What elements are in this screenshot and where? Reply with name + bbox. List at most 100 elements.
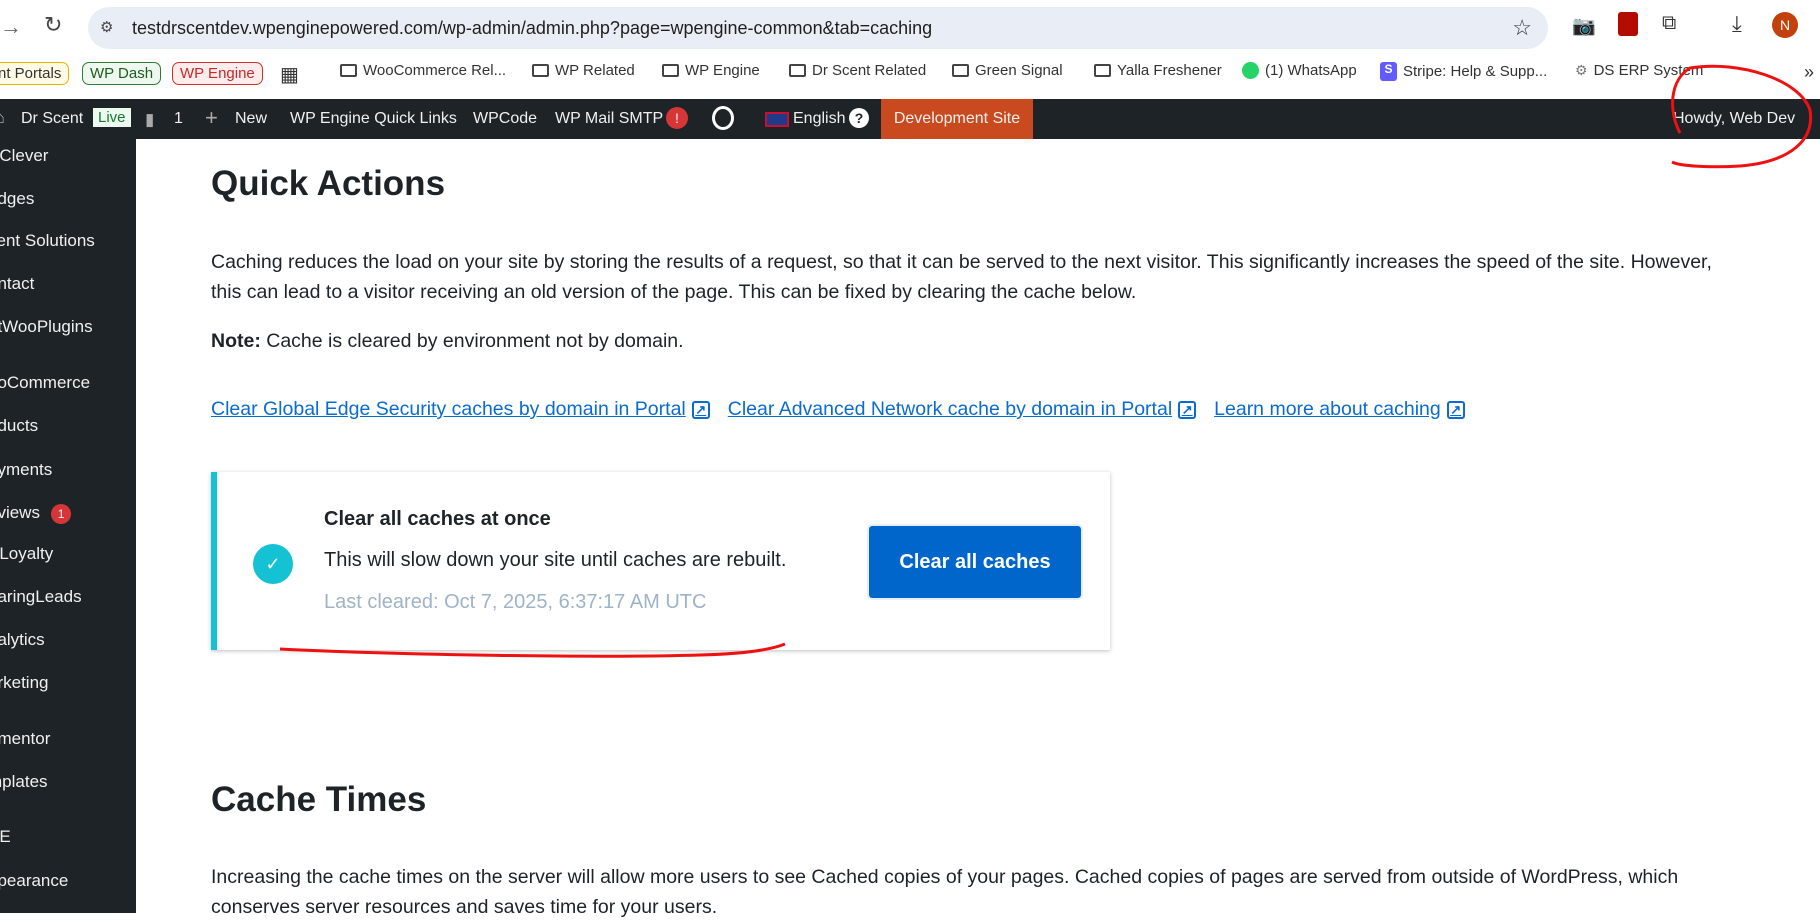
wp-admin-bar: ⌂ Dr Scent Live ▮ 1 + New WP Engine Quic… — [0, 99, 1820, 139]
clear-advanced-network-link[interactable]: Clear Advanced Network cache by domain i… — [727, 398, 1197, 421]
intro-line: this can lead to a visitor receiving an … — [211, 281, 1137, 303]
bookmark-chip[interactable]: WP Dash — [82, 62, 162, 85]
help-icon[interactable]: ? — [849, 108, 869, 128]
caching-intro: Caching reduces the load on your site by… — [211, 247, 1712, 307]
reviews-count-badge: 1 — [50, 504, 72, 524]
bookmark-chip[interactable]: nt Portals — [0, 62, 70, 85]
sidebar-item[interactable]: ontact — [0, 274, 34, 294]
new-link[interactable]: New — [235, 110, 267, 128]
uk-flag-icon — [765, 112, 789, 127]
bookmark-stripe[interactable]: S Stripe: Help & Supp... — [1380, 62, 1547, 81]
folder-icon — [952, 64, 969, 77]
extensions-icon[interactable]: ⧉ — [1662, 12, 1676, 35]
sidebar-item[interactable]: ayments — [0, 460, 52, 480]
external-link-icon: ↗ — [1178, 400, 1197, 419]
link-label: Clear Global Edge Security caches by dom… — [211, 398, 686, 420]
sidebar-item[interactable]: adges — [0, 189, 34, 209]
cache-times-line: conserves server resources and saves tim… — [211, 896, 718, 918]
comments-icon[interactable]: ▮ — [145, 110, 154, 130]
sidebar-item-reviews[interactable]: eviews 1 — [0, 503, 72, 524]
folder-icon — [662, 64, 679, 77]
link-label: Clear Advanced Network cache by domain i… — [727, 398, 1173, 420]
bookmark-folder[interactable]: Dr Scent Related — [789, 62, 926, 79]
reload-icon[interactable]: ↻ — [44, 12, 62, 38]
profile-avatar[interactable]: N — [1772, 12, 1798, 38]
card-description: This will slow down your site until cach… — [324, 549, 787, 571]
sidebar-item[interactable]: mplates — [0, 772, 48, 792]
live-badge: Live — [93, 108, 131, 127]
wp-mail-smtp-link[interactable]: WP Mail SMTP — [555, 110, 663, 128]
sidebar-item[interactable]: ppearance — [0, 871, 68, 891]
bookmark-star-icon[interactable]: ☆ — [1512, 15, 1532, 41]
sidebar-item[interactable]: arketing — [0, 673, 48, 693]
sidebar-item[interactable]: ooCommerce — [0, 373, 90, 393]
note-label: Note: — [211, 330, 261, 352]
development-site-badge[interactable]: Development Site — [881, 99, 1033, 139]
sidebar-item-label: eviews — [0, 503, 40, 522]
wp-engine-quick-links[interactable]: WP Engine Quick Links — [290, 110, 457, 128]
home-icon[interactable]: ⌂ — [0, 107, 5, 128]
cache-times-heading: Cache Times — [211, 780, 427, 819]
bookmark-folder[interactable]: WP Related — [532, 62, 635, 79]
sidebar-item[interactable]: cent Solutions — [0, 231, 95, 251]
url-text[interactable]: testdrscentdev.wpenginepowered.com/wp-ad… — [132, 18, 932, 39]
stripe-icon: S — [1380, 62, 1397, 81]
folder-icon — [532, 64, 549, 77]
address-bar[interactable]: ⚙ testdrscentdev.wpenginepowered.com/wp-… — [88, 7, 1548, 49]
external-link-icon: ↗ — [1446, 400, 1465, 419]
bookmark-folder[interactable]: Yalla Freshener — [1094, 62, 1222, 79]
bookmark-folder[interactable]: WP Engine — [662, 62, 760, 79]
site-info-icon[interactable]: ⚙ — [100, 18, 113, 36]
site-name-link[interactable]: Dr Scent — [21, 110, 83, 128]
whatsapp-icon — [1242, 62, 1259, 79]
link-label: Learn more about caching — [1214, 398, 1441, 420]
bookmark-whatsapp[interactable]: (1) WhatsApp — [1242, 62, 1357, 79]
bookmark-folder[interactable]: WooCommerce Rel... — [340, 62, 506, 79]
admin-sidebar: PClever adges cent Solutions ontact etWo… — [0, 139, 136, 913]
clear-all-caches-button[interactable]: Clear all caches — [867, 524, 1083, 600]
external-link-icon: ↗ — [691, 400, 710, 419]
folder-icon — [340, 64, 357, 77]
sidebar-item[interactable]: PLoyalty — [0, 544, 53, 564]
wpcode-link[interactable]: WPCode — [473, 110, 537, 128]
cache-times-description: Increasing the cache times on the server… — [211, 862, 1678, 922]
cache-note: Note: Cache is cleared by environment no… — [211, 326, 684, 356]
erp-icon: ⚙ — [1575, 62, 1588, 78]
intro-line: Caching reduces the load on your site by… — [211, 251, 1712, 273]
pdf-extension-icon[interactable] — [1618, 12, 1638, 36]
bookmark-erp[interactable]: ⚙ DS ERP System — [1575, 62, 1703, 79]
card-title: Clear all caches at once — [324, 508, 551, 530]
folder-icon — [789, 64, 806, 77]
smtp-alert-badge: ! — [666, 107, 688, 129]
sidebar-item[interactable]: etWooPlugins — [0, 317, 93, 337]
comments-count[interactable]: 1 — [174, 110, 183, 128]
plus-icon[interactable]: + — [205, 105, 218, 131]
check-circle-icon: ✓ — [253, 544, 293, 584]
apps-grid-icon[interactable]: ▦ — [280, 62, 299, 87]
browser-chrome: → ↻ ⚙ testdrscentdev.wpenginepowered.com… — [0, 0, 1820, 100]
sidebar-item[interactable]: nalytics — [0, 630, 45, 650]
language-switcher[interactable]: English — [793, 110, 845, 128]
forward-icon[interactable]: → — [0, 14, 22, 40]
sidebar-item[interactable]: oaringLeads — [0, 587, 82, 607]
clear-global-edge-security-link[interactable]: Clear Global Edge Security caches by dom… — [211, 398, 710, 421]
clear-all-caches-card: ✓ Clear all caches at once This will slo… — [211, 472, 1110, 650]
sidebar-item[interactable]: ementor — [0, 729, 50, 749]
bookmark-folder[interactable]: Green Signal — [952, 62, 1063, 79]
howdy-user-menu[interactable]: Howdy, Web Dev — [1673, 110, 1795, 128]
download-icon[interactable]: ⤓ — [1732, 11, 1742, 37]
note-text: Cache is cleared by environment not by d… — [260, 330, 684, 352]
last-cleared-text: Last cleared: Oct 7, 2025, 6:37:17 AM UT… — [324, 591, 707, 613]
portal-links: Clear Global Edge Security caches by dom… — [211, 398, 1465, 421]
sidebar-item[interactable]: PClever — [0, 146, 48, 166]
bookmark-chip[interactable]: WP Engine — [172, 62, 263, 85]
quick-actions-heading: Quick Actions — [211, 164, 446, 203]
folder-icon — [1094, 64, 1111, 77]
sidebar-item[interactable]: AE — [0, 827, 11, 847]
search-q-icon[interactable] — [712, 106, 734, 130]
sidebar-item[interactable]: oducts — [0, 416, 38, 436]
camera-icon[interactable]: 📷 — [1572, 14, 1596, 38]
more-bookmarks-button[interactable]: » — [1804, 62, 1814, 83]
cache-times-line: Increasing the cache times on the server… — [211, 866, 1679, 888]
learn-more-caching-link[interactable]: Learn more about caching ↗ — [1214, 398, 1465, 421]
